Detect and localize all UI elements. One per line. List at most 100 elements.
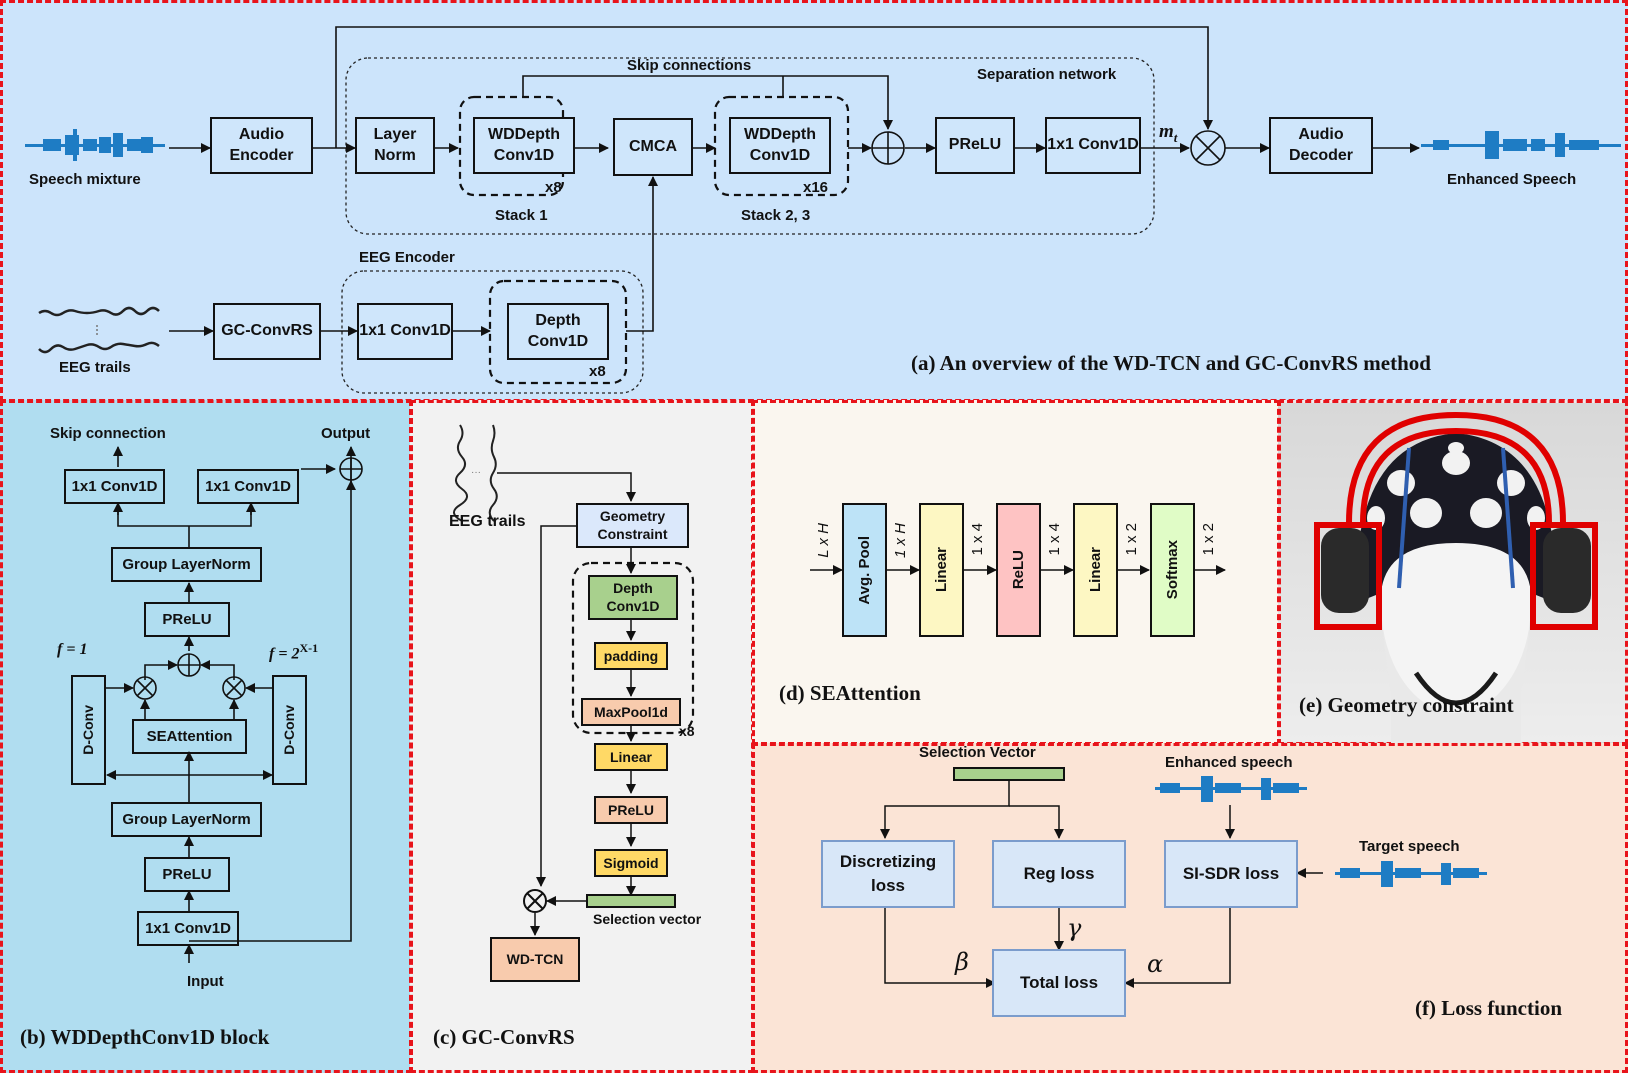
eeg-trace-2: [38, 341, 160, 354]
eeg-trace-v2: [488, 424, 498, 522]
speech-mixture-label: Speech mixture: [29, 171, 141, 188]
wddepth-stack23-block: WDDepth Conv1D: [729, 117, 831, 174]
panel-c-caption: (c) GC-ConvRS: [433, 1025, 575, 1049]
input-label: Input: [187, 973, 224, 990]
se-block-relu: ReLU: [996, 503, 1041, 637]
depth-repeat: x8: [589, 363, 606, 380]
se-block-label: Softmax: [1163, 540, 1181, 600]
se-dim-label: 1 x 2: [1200, 523, 1217, 556]
se-dim-label: 1 x H: [892, 523, 909, 559]
se-block-avg-pool: Avg. Pool: [842, 503, 887, 637]
prelu-block: PReLU: [935, 117, 1015, 174]
panel-overview: Audio Encoder Layer Norm WDDepth Conv1D …: [0, 0, 1628, 402]
layer-norm-block: Layer Norm: [355, 117, 435, 174]
input-conv1x1-block: 1x1 Conv1D: [137, 911, 239, 946]
padding-block: padding: [594, 642, 668, 670]
depth-conv-block: Depth Conv1D: [507, 303, 609, 360]
se-block-linear: Linear: [1073, 503, 1118, 637]
beta-weight: β: [955, 948, 969, 976]
panel-e-caption: (e) Geometry constraint: [1299, 693, 1514, 717]
mask-label: mt: [1159, 121, 1178, 145]
stack23-label: Stack 2, 3: [741, 207, 811, 224]
panel-f-caption: (f) Loss function: [1415, 996, 1563, 1020]
stack1-label: Stack 1: [495, 207, 548, 224]
panel-b-caption: (b) WDDepthConv1D block: [20, 1025, 270, 1049]
se-block-linear: Linear: [919, 503, 964, 637]
panel-seattention: Avg. Pool Linear ReLU Linear Softmax L x H 1 x…: [752, 400, 1280, 745]
skip-conv1x1-block: 1x1 Conv1D: [64, 469, 165, 504]
cmca-block: CMCA: [613, 118, 693, 176]
out-conv1x1-block: 1x1 Conv1D: [197, 469, 299, 504]
loss-connectors: [880, 767, 1487, 988]
prelu-block: PReLU: [594, 796, 668, 824]
selection-vector-label: Selection Vector: [919, 744, 1036, 761]
panel-wddepthconv1d: Skip connection Output 1x1 Conv1D 1x1 Co…: [0, 400, 412, 1073]
stack23-repeat: x16: [803, 179, 829, 196]
f-right-label: f = 2X-1: [269, 641, 319, 663]
gamma-weight: γ: [1067, 914, 1082, 942]
eeg-trails-label: EEG trails: [59, 359, 131, 376]
sigmoid-block: Sigmoid: [594, 849, 668, 877]
dconv-left-block: D-Conv: [71, 675, 106, 785]
conv1x1-block: 1x1 Conv1D: [1045, 117, 1141, 174]
linear-block: Linear: [594, 743, 668, 771]
left-earcup: [1321, 528, 1369, 613]
panel-geometry-constraint: (e) Geometry constraint: [1278, 400, 1628, 748]
se-dim-label: 1 x 4: [1046, 523, 1063, 556]
enhanced-speech-label: Enhanced speech: [1165, 754, 1293, 771]
depth-conv-block: Depth Conv1D: [588, 575, 678, 620]
f-left-label: f = 1: [57, 641, 88, 658]
wd-tcn-block: WD-TCN: [490, 937, 580, 982]
discretizing-loss-block: Discretizing loss: [821, 840, 955, 908]
wddepth-stack1-block: WDDepth Conv1D: [473, 117, 575, 174]
panel-a-caption: (a) An overview of the WD-TCN and GC-Con…: [911, 351, 1431, 375]
selection-vector-bar: [953, 767, 1065, 781]
prelu-top-block: PReLU: [144, 602, 230, 637]
eeg-encoder-label: EEG Encoder: [359, 249, 455, 266]
separation-network-label: Separation network: [977, 66, 1117, 83]
target-speech-waveform: [1335, 861, 1487, 887]
panel-d-caption: (d) SEAttention: [779, 681, 921, 705]
enhanced-speech-waveform: [1155, 776, 1307, 802]
dconv-right-block: D-Conv: [272, 675, 307, 785]
enhanced-speech-label: Enhanced Speech: [1447, 171, 1577, 188]
geometry-constraint-block: Geometry Constraint: [576, 503, 689, 548]
target-speech-label: Target speech: [1359, 838, 1460, 855]
seattention-block: SEAttention: [132, 719, 247, 754]
eeg-trails-label: EEG trails: [449, 513, 526, 530]
prelu-bottom-block: PReLU: [144, 857, 230, 892]
gc-convrs-block: GC-ConvRS: [213, 303, 321, 360]
output-label: Output: [321, 425, 371, 442]
se-dim-label: 1 x 4: [969, 523, 986, 556]
alpha-weight: α: [1147, 950, 1164, 978]
reg-loss-block: Reg loss: [992, 840, 1126, 908]
skip-connection-label: Skip connection: [50, 425, 166, 442]
se-block-label: Avg. Pool: [855, 535, 873, 605]
stack1-repeat: x8: [545, 179, 562, 196]
audio-encoder-block: Audio Encoder: [210, 117, 313, 174]
panel-loss-function: Selection Vector Enhanced speech Target …: [752, 743, 1628, 1073]
right-earcup: [1543, 528, 1591, 613]
total-loss-block: Total loss: [992, 949, 1126, 1017]
group-layernorm-bottom-block: Group LayerNorm: [111, 802, 262, 837]
eeg-conv1x1-block: 1x1 Conv1D: [357, 303, 453, 360]
panel-gc-convrs: ··· EEG trails Geometry Constraint Depth…: [410, 400, 754, 1073]
repeat-label: x8: [679, 723, 695, 739]
se-dim-label: L x H: [815, 523, 832, 558]
se-dim-label: 1 x 2: [1123, 523, 1140, 556]
se-block-label: ReLU: [1009, 550, 1027, 590]
eeg-trace-v1: [453, 424, 468, 522]
selection-vector-label: Selection vector: [593, 911, 702, 927]
maxpool-block: MaxPool1d: [581, 698, 681, 726]
eeg-trace-1: [38, 306, 160, 317]
enhanced-speech-waveform: [1421, 131, 1621, 159]
skip-connections-label: Skip connections: [627, 57, 752, 74]
se-block-softmax: Softmax: [1150, 503, 1195, 637]
sisdr-loss-block: SI-SDR loss: [1164, 840, 1298, 908]
se-block-label: Linear: [1086, 547, 1104, 593]
speech-mixture-waveform: [25, 129, 165, 161]
selection-vector-bar: [586, 894, 676, 908]
eeg-ellipsis: ···: [471, 467, 481, 478]
group-layernorm-top-block: Group LayerNorm: [111, 547, 262, 582]
se-block-label: Linear: [932, 547, 950, 593]
